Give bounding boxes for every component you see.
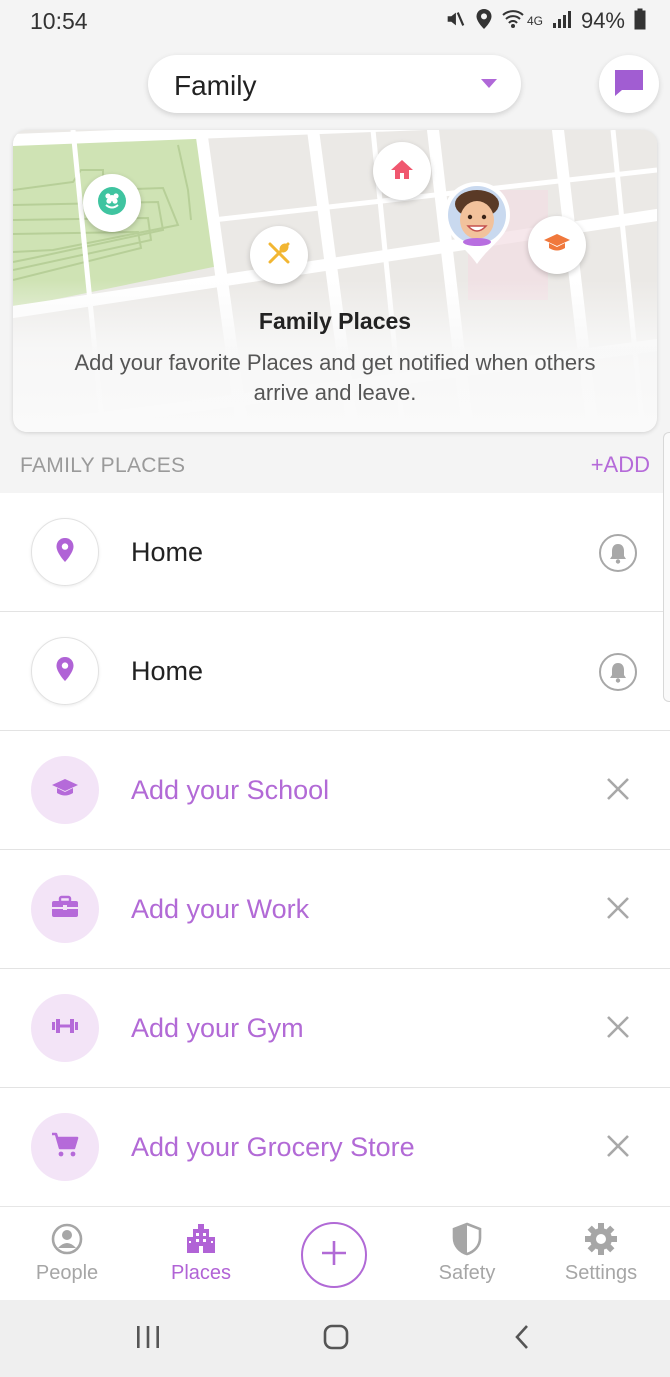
network-type-label: 4G — [526, 14, 543, 28]
close-icon — [606, 777, 630, 806]
close-icon — [606, 1134, 630, 1163]
person-icon — [51, 1222, 83, 1256]
suggest-row-gym[interactable]: Add your Gym — [0, 969, 670, 1088]
add-button[interactable] — [301, 1222, 367, 1288]
nav-label: Settings — [564, 1262, 638, 1284]
status-bar: 10:54 4G 94% — [0, 0, 670, 44]
dismiss-button[interactable] — [598, 1009, 638, 1049]
recents-icon — [135, 1325, 161, 1354]
place-title: Add your Work — [131, 894, 310, 924]
back-icon — [512, 1324, 532, 1355]
section-label: FAMILY PLACES — [20, 454, 186, 477]
dismiss-button[interactable] — [598, 771, 638, 811]
nav-places[interactable]: Places — [134, 1207, 268, 1301]
circle-name: Family — [174, 70, 257, 101]
nav-safety[interactable]: Safety — [400, 1207, 534, 1301]
bottom-nav: People Places Safety Settings — [0, 1206, 670, 1300]
suggest-row-school[interactable]: Add your School — [0, 731, 670, 850]
nav-settings[interactable]: Settings — [534, 1207, 668, 1301]
battery-icon — [634, 8, 646, 35]
school-cap-icon — [51, 777, 79, 804]
place-icon-circle — [31, 637, 99, 705]
nav-label: People — [35, 1262, 99, 1284]
back-button[interactable] — [502, 1322, 542, 1356]
location-icon — [475, 8, 493, 35]
system-nav-bar — [0, 1300, 670, 1377]
close-icon — [606, 1015, 630, 1044]
restaurant-icon — [266, 240, 292, 271]
status-time: 10:54 — [30, 8, 88, 34]
home-icon — [390, 158, 414, 185]
location-pin-icon — [55, 537, 75, 568]
notification-bell-button[interactable] — [598, 533, 638, 573]
family-places-card[interactable]: Family Places Add your favorite Places a… — [13, 130, 657, 432]
close-icon — [606, 896, 630, 925]
dumbbell-icon — [51, 1016, 79, 1041]
park-flower-icon — [97, 186, 127, 221]
places-list: Home Home Add your School Add your Work … — [0, 493, 670, 1207]
member-avatar-pin[interactable] — [441, 180, 513, 266]
place-title: Home — [131, 656, 204, 686]
circle-switcher[interactable]: Family — [148, 55, 521, 113]
bell-icon — [599, 534, 637, 572]
chat-bubble-icon — [613, 67, 645, 102]
plus-icon — [319, 1238, 349, 1273]
briefcase-icon — [51, 895, 79, 924]
places-section-header: FAMILY PLACES +ADD — [0, 440, 670, 492]
nav-label: Safety — [438, 1262, 496, 1284]
place-icon-circle — [31, 875, 99, 943]
card-title: Family Places — [258, 308, 412, 334]
card-description: Add your favorite Places and get notifie… — [74, 350, 596, 405]
battery-percent: 94% — [580, 8, 625, 33]
place-icon-circle — [31, 756, 99, 824]
place-title: Add your Grocery Store — [131, 1132, 415, 1162]
avatar-photo — [444, 182, 510, 264]
suggest-row-grocery[interactable]: Add your Grocery Store — [0, 1088, 670, 1207]
place-title: Home — [131, 537, 204, 567]
school-pin — [528, 216, 586, 274]
home-button[interactable] — [316, 1322, 356, 1356]
recents-button[interactable] — [128, 1322, 168, 1356]
restaurant-pin — [250, 226, 308, 284]
mute-icon — [444, 8, 466, 35]
place-row-home-1[interactable]: Home — [0, 493, 670, 612]
scrollbar[interactable] — [663, 432, 670, 702]
cart-icon — [51, 1132, 79, 1163]
chevron-down-icon — [481, 79, 497, 88]
chat-button[interactable] — [599, 55, 659, 113]
signal-icon — [552, 9, 572, 34]
buildings-icon — [185, 1222, 217, 1256]
nav-people[interactable]: People — [0, 1207, 134, 1301]
place-icon-circle — [31, 1113, 99, 1181]
school-cap-icon — [543, 232, 571, 259]
dismiss-button[interactable] — [598, 890, 638, 930]
location-pin-icon — [55, 656, 75, 687]
park-pin — [83, 174, 141, 232]
place-title: Add your School — [131, 775, 330, 805]
place-icon-circle — [31, 994, 99, 1062]
place-title: Add your Gym — [131, 1013, 304, 1043]
status-icons: 4G 94% — [444, 8, 646, 34]
add-place-button[interactable]: +ADD — [591, 452, 650, 478]
gear-icon — [584, 1222, 618, 1256]
home-circle-icon — [322, 1323, 350, 1356]
home-pin — [373, 142, 431, 200]
place-row-home-2[interactable]: Home — [0, 612, 670, 731]
wifi-icon — [502, 9, 524, 34]
bell-icon — [599, 653, 637, 691]
dismiss-button[interactable] — [598, 1128, 638, 1168]
place-icon-circle — [31, 518, 99, 586]
nav-label: Places — [170, 1262, 232, 1284]
suggest-row-work[interactable]: Add your Work — [0, 850, 670, 969]
notification-bell-button[interactable] — [598, 652, 638, 692]
shield-icon — [452, 1222, 482, 1256]
